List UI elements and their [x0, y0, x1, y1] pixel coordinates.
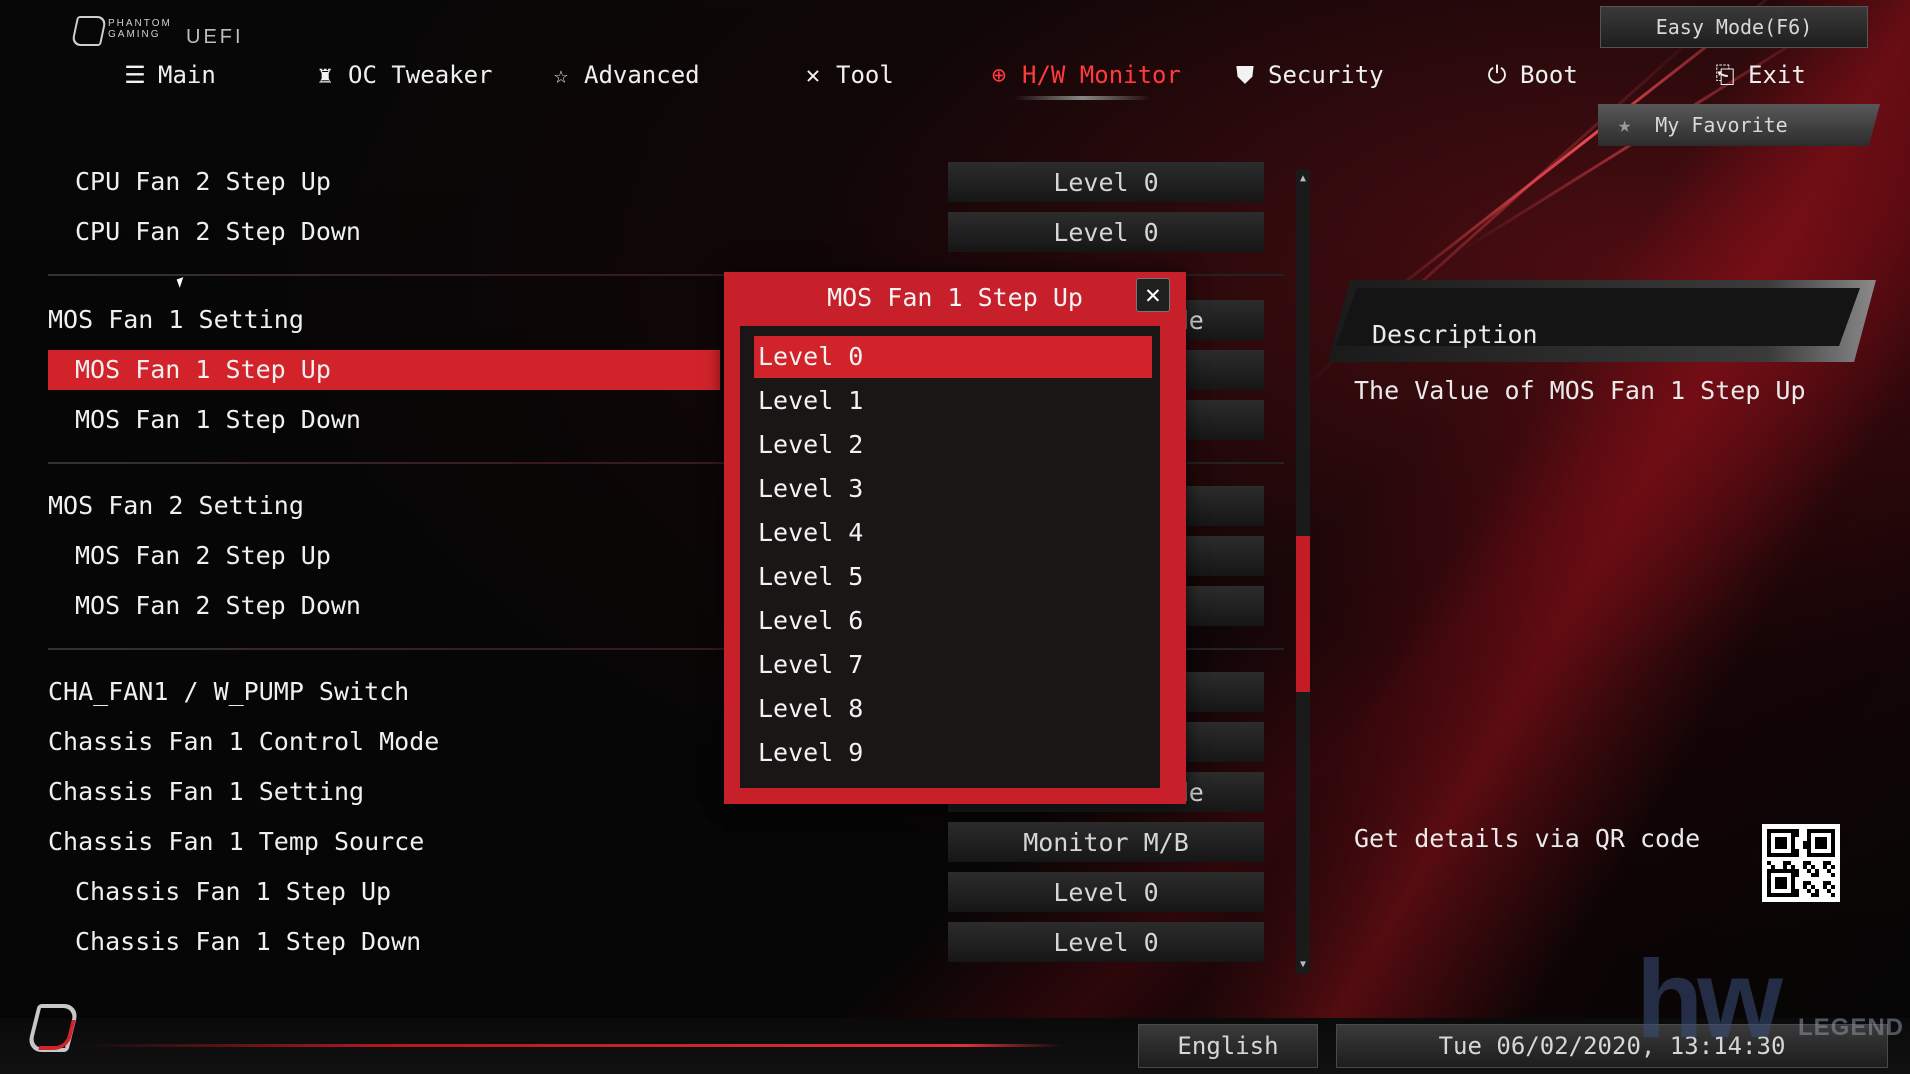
- option-popup: MOS Fan 1 Step Up ✕ Level 0 Level 1 Leve…: [724, 272, 1186, 804]
- setting-mos-fan2-step-up[interactable]: MOS Fan 2 Step Up: [48, 536, 720, 576]
- tab-oc-tweaker[interactable]: ♜ OC Tweaker: [312, 58, 493, 92]
- my-favorite-button[interactable]: ★ My Favorite: [1598, 104, 1880, 146]
- badge-accent: [38, 1020, 76, 1050]
- qr-code-icon: [1762, 824, 1840, 902]
- tab-label: Advanced: [584, 61, 700, 89]
- close-icon[interactable]: ✕: [1136, 278, 1170, 312]
- setting-mos-fan2-step-down[interactable]: MOS Fan 2 Step Down: [48, 586, 720, 626]
- star-icon: ☆: [553, 61, 569, 89]
- tools-icon: ✕: [805, 61, 821, 89]
- value-cpu-fan2-step-down[interactable]: Level 0: [948, 212, 1264, 252]
- tab-tool[interactable]: ✕ Tool: [800, 58, 894, 92]
- option-level-4[interactable]: Level 4: [754, 512, 1152, 554]
- value-cpu-fan2-step-up[interactable]: Level 0: [948, 162, 1264, 202]
- option-level-1[interactable]: Level 1: [754, 380, 1152, 422]
- tab-label: OC Tweaker: [348, 61, 493, 89]
- setting-chassis-fan1-setting[interactable]: Chassis Fan 1 Setting: [48, 772, 720, 812]
- settings-scrollbar[interactable]: ▲ ▼: [1296, 170, 1310, 974]
- scroll-down-arrow-icon[interactable]: ▼: [1296, 958, 1310, 972]
- option-level-2[interactable]: Level 2: [754, 424, 1152, 466]
- setting-chassis-fan1-temp-source[interactable]: Chassis Fan 1 Temp Source: [48, 822, 720, 862]
- option-level-7[interactable]: Level 7: [754, 644, 1152, 686]
- tab-main[interactable]: ☰ Main: [122, 58, 216, 92]
- description-title: Description: [1372, 320, 1538, 349]
- description-panel: Description: [1328, 280, 1876, 362]
- tab-hw-monitor[interactable]: ⊕ H/W Monitor: [986, 58, 1181, 100]
- tab-label: Boot: [1520, 61, 1578, 89]
- option-level-9[interactable]: Level 9: [754, 732, 1152, 774]
- description-text: The Value of MOS Fan 1 Step Up: [1354, 376, 1806, 405]
- setting-mos-fan1-setting[interactable]: MOS Fan 1 Setting: [48, 300, 720, 340]
- option-level-8[interactable]: Level 8: [754, 688, 1152, 730]
- scrollbar-thumb[interactable]: [1296, 536, 1310, 692]
- qr-label: Get details via QR code: [1354, 824, 1701, 853]
- option-level-6[interactable]: Level 6: [754, 600, 1152, 642]
- easy-mode-button[interactable]: Easy Mode(F6): [1600, 6, 1868, 48]
- phantom-gaming-mark-icon: [70, 16, 108, 46]
- tab-label: H/W Monitor: [1022, 61, 1181, 89]
- my-favorite-label: My Favorite: [1655, 113, 1788, 137]
- tab-label: Tool: [836, 61, 894, 89]
- uefi-label: UEFI: [186, 26, 244, 48]
- option-level-3[interactable]: Level 3: [754, 468, 1152, 510]
- footer-accent-line: [82, 1044, 1062, 1047]
- popup-option-list: Level 0 Level 1 Level 2 Level 3 Level 4 …: [740, 326, 1160, 788]
- popup-title: MOS Fan 1 Step Up: [827, 282, 1083, 312]
- option-level-5[interactable]: Level 5: [754, 556, 1152, 598]
- setting-cpu-fan2-step-down[interactable]: CPU Fan 2 Step Down: [48, 212, 720, 252]
- list-icon: ☰: [124, 61, 146, 89]
- tab-label: Exit: [1748, 61, 1806, 89]
- tab-boot[interactable]: ⏻ Boot: [1484, 58, 1578, 92]
- phantom-gaming-logo: PHANTOM GAMING UEFI: [70, 14, 241, 48]
- watermark-logo: hw LEGEND: [1636, 938, 1903, 1061]
- setting-chassis-fan1-control-mode[interactable]: Chassis Fan 1 Control Mode: [48, 722, 720, 762]
- tab-security[interactable]: ⛊ Security: [1232, 58, 1384, 92]
- tab-exit[interactable]: ⎗ Exit: [1712, 58, 1806, 92]
- setting-cha-fan1-w-pump-switch[interactable]: CHA_FAN1 / W_PUMP Switch: [48, 672, 720, 712]
- qr-grid: [1767, 829, 1835, 897]
- logo-brand-text: PHANTOM GAMING: [108, 18, 172, 40]
- tab-label: Main: [158, 61, 216, 89]
- favorite-star-icon: ★: [1618, 112, 1632, 138]
- phantom-gaming-badge-icon: [22, 990, 92, 1064]
- shield-icon: ⛊: [1236, 61, 1254, 89]
- setting-mos-fan2-setting[interactable]: MOS Fan 2 Setting: [48, 486, 720, 526]
- watermark-subtext: LEGEND: [1798, 1014, 1905, 1041]
- watermark-text: hw: [1636, 938, 1783, 1061]
- setting-mos-fan1-step-up[interactable]: MOS Fan 1 Step Up: [48, 350, 720, 390]
- qr-module: [1831, 893, 1835, 897]
- tab-label: Security: [1268, 61, 1384, 89]
- setting-mos-fan1-step-down[interactable]: MOS Fan 1 Step Down: [48, 400, 720, 440]
- setting-chassis-fan1-step-up[interactable]: Chassis Fan 1 Step Up: [48, 872, 720, 912]
- language-selector[interactable]: English: [1138, 1024, 1318, 1068]
- scroll-up-arrow-icon[interactable]: ▲: [1296, 172, 1310, 186]
- value-chassis-fan1-temp-source[interactable]: Monitor M/B: [948, 822, 1264, 862]
- value-chassis-fan1-step-down[interactable]: Level 0: [948, 922, 1264, 962]
- main-nav: ☰ Main ♜ OC Tweaker ☆ Advanced ✕ Tool ⊕ …: [0, 52, 1910, 100]
- setting-chassis-fan1-step-down[interactable]: Chassis Fan 1 Step Down: [48, 922, 720, 962]
- tab-advanced[interactable]: ☆ Advanced: [548, 58, 700, 92]
- monitor-icon: ⊕: [991, 61, 1007, 89]
- rocket-icon: ♜: [317, 61, 333, 89]
- setting-cpu-fan2-step-up[interactable]: CPU Fan 2 Step Up: [48, 162, 720, 202]
- power-icon: ⏻: [1487, 61, 1507, 89]
- exit-icon: ⎗: [1715, 61, 1735, 89]
- value-chassis-fan1-step-up[interactable]: Level 0: [948, 872, 1264, 912]
- option-level-0[interactable]: Level 0: [754, 336, 1152, 378]
